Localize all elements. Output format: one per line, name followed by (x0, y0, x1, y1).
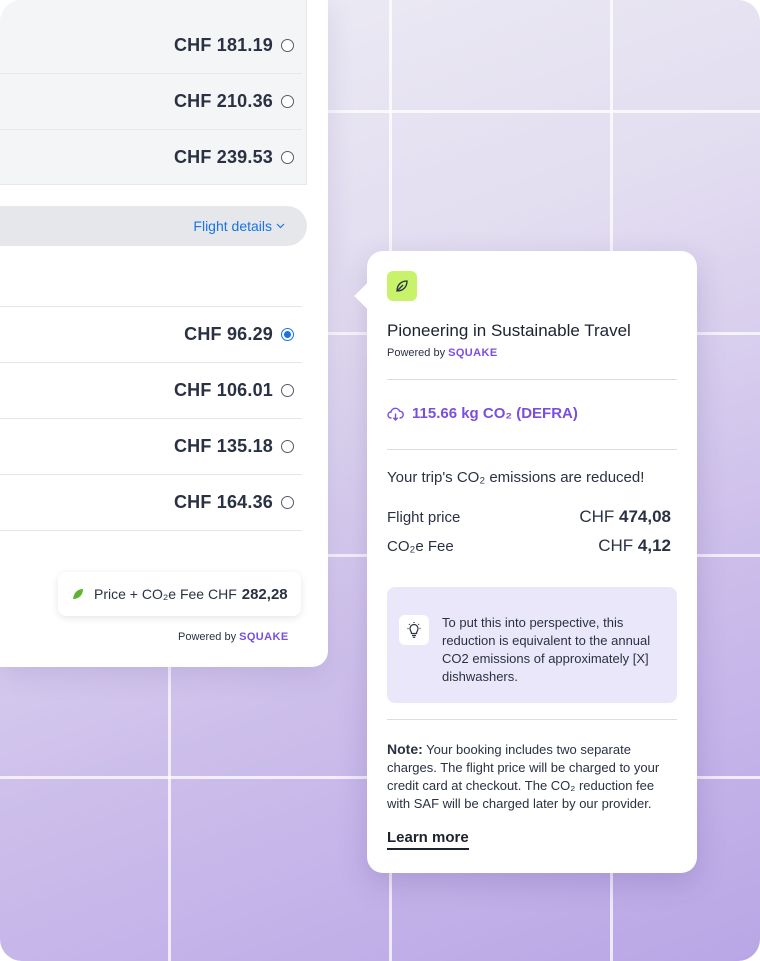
popup-pointer (354, 283, 380, 309)
cloud-download-icon (387, 407, 404, 421)
popup-title: Pioneering in Sustainable Travel (387, 321, 631, 340)
flight-price-currency: CHF (579, 507, 615, 526)
fare-price: CHF 210.36 (173, 90, 273, 111)
background: CHF 181.19 CHF 210.36 CHF 239.53 Flight … (0, 0, 760, 961)
flight-price-label: Flight price (387, 509, 461, 526)
reduction-message: Your trip's CO₂ emissions are reduced! (387, 469, 645, 486)
fee-label: Price + CO₂e Fee CHF (94, 586, 237, 602)
powered-by: Powered by SQUAKE (178, 631, 289, 643)
leaf-icon (73, 589, 83, 599)
perspective-text: To put this into perspective, this reduc… (442, 615, 651, 684)
fare-radio[interactable] (281, 495, 294, 509)
fare-price: CHF 164.36 (173, 491, 273, 512)
note-text: Your booking includes two separate charg… (387, 742, 660, 811)
flight-details-label: Flight details (193, 218, 272, 234)
fare-option-row[interactable]: CHF 106.01 (0, 362, 302, 419)
powered-by-text: Powered by (387, 347, 446, 359)
fare-radio-selected[interactable] (281, 327, 294, 341)
lightbulb-badge (399, 615, 429, 645)
divider (387, 379, 677, 380)
leaf-icon (396, 280, 408, 292)
fare-price: CHF 239.53 (173, 146, 273, 167)
upper-fare-group: CHF 181.19 CHF 210.36 CHF 239.53 (0, 0, 307, 185)
booking-note: Note: Your booking includes two separate… (387, 740, 679, 813)
flight-details-bar: Flight details (0, 206, 307, 246)
fare-option-row[interactable]: CHF 239.53 (0, 129, 302, 185)
fare-options-panel: CHF 181.19 CHF 210.36 CHF 239.53 Flight … (0, 0, 328, 667)
powered-by-text: Powered by (178, 631, 237, 643)
fare-price: CHF 106.01 (173, 379, 273, 400)
co2-fee-currency: CHF (598, 536, 634, 555)
fare-option-row[interactable]: CHF 164.36 (0, 474, 302, 531)
fare-price: CHF 135.18 (173, 435, 273, 456)
fare-option-row[interactable]: CHF 210.36 (0, 73, 302, 130)
flight-details-link[interactable]: Flight details (193, 218, 285, 234)
fare-radio[interactable] (281, 94, 294, 108)
co2-fee-label: CO₂e Fee (387, 538, 454, 555)
fare-price: CHF 96.29 (184, 323, 273, 344)
learn-more-link[interactable]: Learn more (387, 829, 469, 850)
fee-amount: 282,28 (241, 585, 288, 603)
fare-radio[interactable] (281, 150, 294, 164)
fare-price: CHF 181.19 (173, 34, 273, 55)
fare-option-row[interactable]: CHF 96.29 (0, 306, 302, 363)
divider (387, 719, 677, 720)
sustainability-popup: Pioneering in Sustainable Travel Powered… (354, 251, 697, 873)
co2-fee-summary[interactable]: Price + CO₂e Fee CHF 282,28 (58, 572, 301, 616)
co2-fee-value: 4,12 (637, 536, 671, 555)
co2-fee-line: CO₂e Fee CHF 4,12 (387, 536, 671, 556)
fare-option-row[interactable]: CHF 135.18 (0, 418, 302, 475)
leaf-badge (387, 271, 417, 301)
squake-logo: SQUAKE (239, 631, 289, 643)
fare-radio[interactable] (281, 383, 294, 397)
flight-price-value: 474,08 (619, 507, 671, 526)
emissions-value: 115.66 kg CO₂ (DEFRA) (412, 405, 578, 422)
squake-logo: SQUAKE (448, 347, 498, 359)
fare-radio[interactable] (281, 439, 294, 453)
emissions-readout: 115.66 kg CO₂ (DEFRA) (387, 405, 578, 422)
fare-radio[interactable] (281, 38, 294, 52)
powered-by: Powered by SQUAKE (387, 347, 498, 359)
perspective-box: To put this into perspective, this reduc… (387, 587, 677, 703)
chevron-down-icon (276, 223, 285, 229)
note-label: Note: (387, 741, 423, 757)
fare-option-row[interactable]: CHF 181.19 (0, 17, 302, 74)
lightbulb-icon (407, 622, 421, 638)
empty-row (0, 250, 302, 307)
flight-price-line: Flight price CHF 474,08 (387, 507, 671, 527)
divider (387, 449, 677, 450)
